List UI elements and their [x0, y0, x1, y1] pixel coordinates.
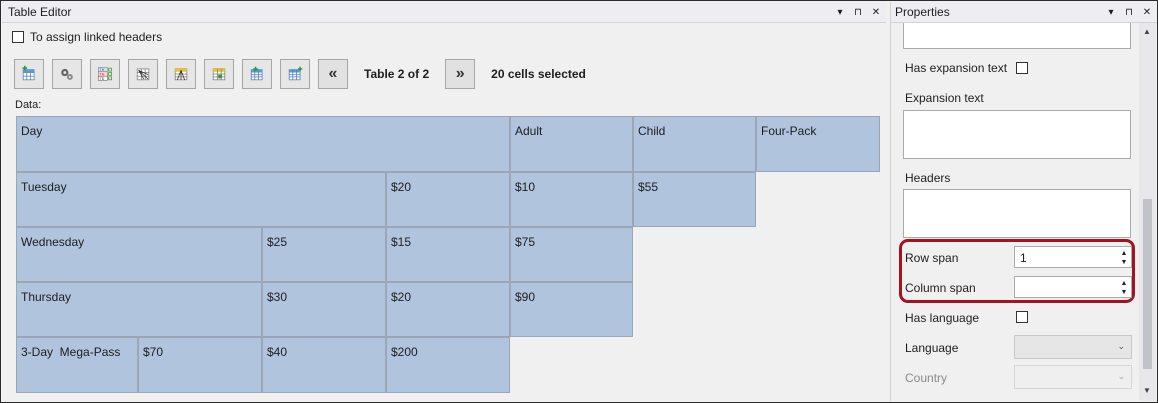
table-cell[interactable]: Wednesday — [16, 227, 262, 282]
has-expansion-text-checkbox[interactable] — [1016, 62, 1028, 74]
add-row-icon — [250, 66, 263, 81]
table-position-label: Table 2 of 2 — [364, 67, 430, 81]
row-header-icon — [212, 68, 226, 81]
table-cell[interactable]: $200 — [386, 337, 510, 393]
gears-icon — [61, 68, 73, 80]
th-td-icon: TH TH TD — [98, 67, 112, 81]
row-span-value: 1 — [1020, 251, 1027, 265]
pin-icon[interactable]: ⊓ — [1121, 4, 1137, 20]
table-cell[interactable]: Four-Pack — [756, 116, 880, 172]
assign-linked-headers-label: To assign linked headers — [30, 30, 163, 44]
chevron-down-icon: ⌄ — [1117, 371, 1125, 381]
scrollbar-thumb[interactable] — [1143, 199, 1152, 369]
expansion-text-label: Expansion text — [905, 91, 984, 105]
column-span-stepper[interactable]: ▲ ▼ — [1014, 276, 1132, 298]
spin-up-icon[interactable]: ▲ — [1119, 279, 1129, 288]
table-cell[interactable]: Child — [633, 116, 756, 172]
svg-text:TH: TH — [100, 72, 105, 76]
headers-label: Headers — [905, 171, 951, 185]
table-cell[interactable]: Thursday — [16, 282, 262, 337]
properties-pane: Properties ▾ ⊓ ✕ Has expansion text Expa… — [890, 2, 1157, 401]
cells-selected-label: 20 cells selected — [491, 67, 586, 81]
has-expansion-text-label: Has expansion text — [905, 61, 1008, 75]
table-editor-titlebar: Table Editor ▾ ⊓ ✕ — [2, 2, 886, 23]
language-dropdown[interactable]: ⌄ — [1014, 335, 1132, 359]
properties-scrollbar[interactable]: ▲ ▼ — [1139, 23, 1156, 401]
table-cell[interactable]: 3-Day Mega-Pass — [16, 337, 138, 393]
link-headers-button[interactable] — [128, 59, 158, 89]
scroll-down-icon[interactable]: ▼ — [1143, 386, 1151, 395]
language-label: Language — [905, 341, 959, 355]
has-language-label: Has language — [905, 311, 980, 325]
column-span-label: Column span — [905, 281, 976, 295]
properties-titlebar: Properties ▾ ⊓ ✕ — [891, 2, 1157, 23]
add-column-icon — [288, 66, 303, 81]
table-editor-pane: Table Editor ▾ ⊓ ✕ To assign linked head… — [2, 2, 886, 401]
table-cell[interactable]: $20 — [386, 282, 510, 337]
table-cell[interactable]: $30 — [262, 282, 386, 337]
insert-column-button[interactable] — [280, 59, 310, 89]
previous-table-button[interactable]: « — [318, 59, 348, 89]
svg-text:TD: TD — [100, 77, 105, 81]
dropdown-menu-icon[interactable]: ▾ — [1103, 4, 1119, 20]
table-cell[interactable]: $10 — [510, 172, 633, 227]
table-cell[interactable]: Tuesday — [16, 172, 386, 227]
insert-table-button[interactable] — [14, 59, 44, 89]
table-cell[interactable]: $90 — [510, 282, 633, 337]
table-cell[interactable]: $55 — [633, 172, 756, 227]
svg-text:TH: TH — [100, 68, 105, 72]
next-table-button[interactable]: » — [445, 59, 476, 89]
table-cell[interactable]: $15 — [386, 227, 510, 282]
table-cell[interactable]: $20 — [386, 172, 510, 227]
table-cell[interactable]: $25 — [262, 227, 386, 282]
previous-property-textbox[interactable] — [903, 23, 1131, 49]
column-headers-button[interactable] — [166, 59, 196, 89]
table-cell[interactable]: $40 — [262, 337, 386, 393]
expansion-text-textbox[interactable] — [903, 110, 1131, 159]
country-dropdown: ⌄ — [1014, 365, 1132, 389]
table-editor-title: Table Editor — [8, 5, 72, 19]
headers-textbox[interactable] — [903, 189, 1131, 238]
spin-up-icon[interactable]: ▲ — [1119, 249, 1129, 258]
table-data-grid: Day Adult Child Four-Pack Tuesday $20 $1… — [16, 116, 881, 393]
header-types-button[interactable]: TH TH TD — [90, 59, 120, 89]
row-span-stepper[interactable]: 1 ▲ ▼ — [1014, 246, 1132, 268]
scroll-up-icon[interactable]: ▲ — [1143, 27, 1151, 36]
row-headers-button[interactable] — [204, 59, 234, 89]
table-cell[interactable]: Adult — [510, 116, 633, 172]
has-language-checkbox[interactable] — [1016, 311, 1028, 323]
row-span-label: Row span — [905, 251, 959, 265]
table-cell[interactable]: Day — [16, 116, 510, 172]
app-frame: Table Editor ▾ ⊓ ✕ To assign linked head… — [0, 0, 1158, 403]
linked-headers-icon — [136, 68, 150, 81]
pin-icon[interactable]: ⊓ — [850, 4, 866, 20]
table-cell[interactable]: $75 — [510, 227, 633, 282]
close-icon[interactable]: ✕ — [1139, 4, 1155, 20]
table-toolbar: TH TH TD « Table 2 of 2 » 20 cells selec… — [14, 58, 586, 90]
spin-down-icon[interactable]: ▼ — [1119, 288, 1129, 297]
insert-row-button[interactable] — [242, 59, 272, 89]
properties-title: Properties — [895, 5, 950, 19]
country-label: Country — [905, 371, 948, 385]
table-grid-icon — [22, 65, 35, 81]
data-label: Data: — [15, 99, 42, 111]
assign-linked-headers-checkbox[interactable] — [12, 31, 24, 43]
close-icon[interactable]: ✕ — [868, 4, 884, 20]
chevron-down-icon: ⌄ — [1117, 341, 1125, 351]
dropdown-menu-icon[interactable]: ▾ — [832, 4, 848, 20]
table-settings-button[interactable] — [52, 59, 82, 89]
spin-down-icon[interactable]: ▼ — [1119, 258, 1129, 267]
column-header-icon — [174, 68, 188, 81]
properties-list: Has expansion text Expansion text Header… — [891, 23, 1139, 401]
assign-linked-headers-row[interactable]: To assign linked headers — [12, 30, 162, 44]
table-cell[interactable]: $70 — [138, 337, 262, 393]
